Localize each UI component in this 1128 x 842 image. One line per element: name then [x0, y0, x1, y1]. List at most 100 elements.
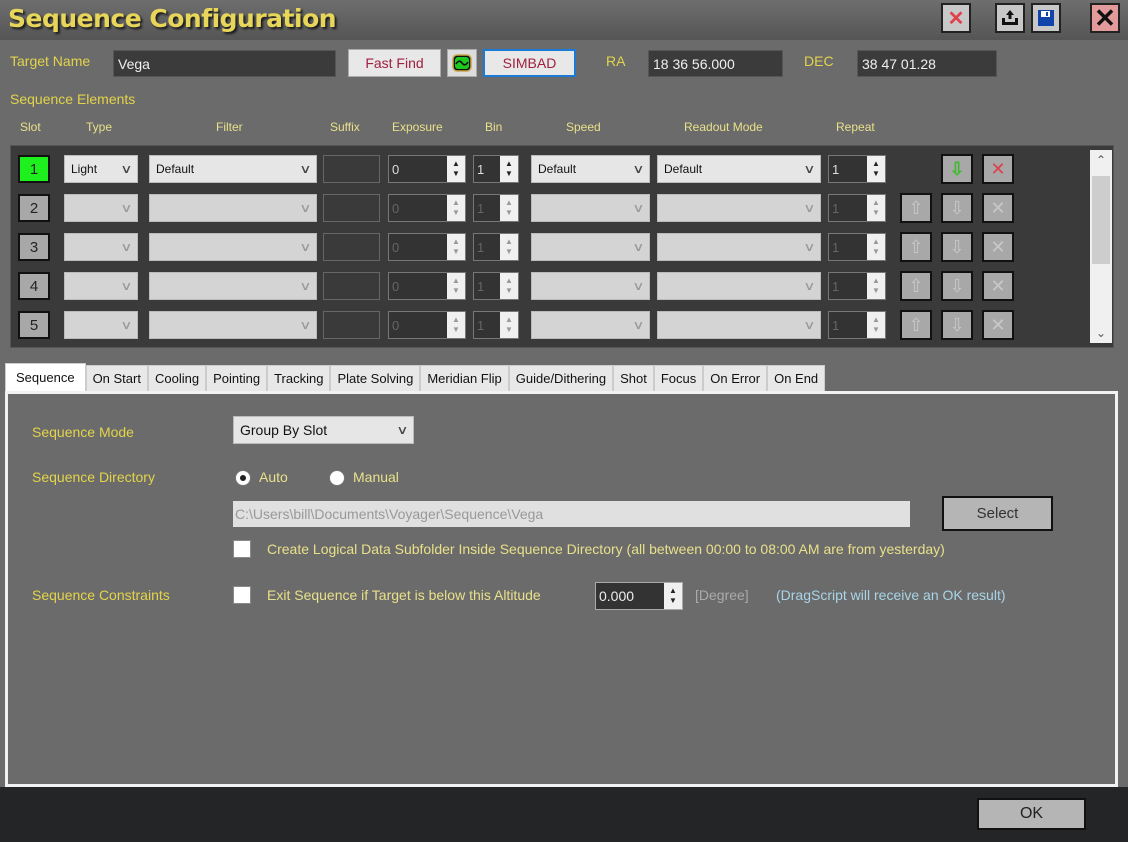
spinner-arrows-icon[interactable]: ▲ ▼ — [447, 234, 465, 260]
sequence-mode-select[interactable]: Group By Slot ∨ — [233, 416, 414, 444]
repeat-value[interactable]: 1 — [829, 312, 867, 338]
speed-select[interactable]: ∨ — [531, 233, 650, 261]
tab-shot[interactable]: Shot — [613, 365, 654, 391]
select-directory-button[interactable]: Select — [942, 496, 1053, 531]
scope-button[interactable] — [447, 49, 477, 77]
move-down-button[interactable]: ⇩ — [941, 310, 973, 340]
spinner-arrows-icon[interactable]: ▲ ▼ — [500, 195, 518, 221]
exposure-spinner[interactable]: 0 ▲ ▼ — [388, 311, 466, 339]
scroll-thumb[interactable] — [1092, 176, 1110, 264]
repeat-value[interactable]: 1 — [829, 273, 867, 299]
bin-spinner[interactable]: 1 ▲ ▼ — [473, 194, 519, 222]
move-up-button[interactable]: ⇧ — [900, 232, 932, 262]
slot-number[interactable]: 2 — [18, 194, 50, 222]
radio-auto[interactable] — [235, 470, 251, 486]
suffix-input[interactable] — [323, 194, 380, 222]
exposure-value[interactable]: 0 — [389, 234, 447, 260]
simbad-button[interactable]: SIMBAD — [483, 49, 576, 77]
move-down-button[interactable]: ⇩ — [941, 232, 973, 262]
slot-number[interactable]: 3 — [18, 233, 50, 261]
export-button[interactable] — [995, 3, 1025, 33]
repeat-value[interactable]: 1 — [829, 234, 867, 260]
bin-value[interactable]: 1 — [474, 234, 500, 260]
exposure-spinner[interactable]: 0 ▲ ▼ — [388, 194, 466, 222]
spinner-arrows-icon[interactable]: ▲ ▼ — [447, 156, 465, 182]
scroll-down-icon[interactable]: ⌄ — [1090, 326, 1112, 344]
grid-scrollbar[interactable]: ⌃ ⌄ — [1090, 150, 1112, 343]
move-up-button[interactable]: ⇧ — [900, 310, 932, 340]
repeat-spinner[interactable]: 1 ▲ ▼ — [828, 155, 886, 183]
suffix-input[interactable] — [323, 155, 380, 183]
dec-input[interactable]: 38 47 01.28 — [857, 50, 997, 77]
delete-row-button[interactable]: ✕ — [982, 193, 1014, 223]
spinner-arrows-icon[interactable]: ▲ ▼ — [867, 312, 885, 338]
exposure-value[interactable]: 0 — [389, 195, 447, 221]
spinner-arrows-icon[interactable]: ▲ ▼ — [447, 195, 465, 221]
repeat-spinner[interactable]: 1 ▲ ▼ — [828, 272, 886, 300]
spinner-arrows-icon[interactable]: ▲ ▼ — [867, 273, 885, 299]
suffix-input[interactable] — [323, 311, 380, 339]
delete-row-button[interactable]: ✕ — [982, 310, 1014, 340]
type-select[interactable]: ∨ — [64, 233, 138, 261]
filter-select[interactable]: ∨ — [149, 272, 317, 300]
spinner-arrows-icon[interactable]: ▲ ▼ — [447, 312, 465, 338]
bin-value[interactable]: 1 — [474, 195, 500, 221]
repeat-spinner[interactable]: 1 ▲ ▼ — [828, 233, 886, 261]
exit-altitude-checkbox[interactable] — [233, 586, 251, 604]
tab-on-end[interactable]: On End — [767, 365, 826, 391]
tab-plate-solving[interactable]: Plate Solving — [330, 365, 421, 391]
delete-row-button[interactable]: ✕ — [982, 154, 1014, 184]
spinner-arrows-icon[interactable]: ▲ ▼ — [867, 156, 885, 182]
suffix-input[interactable] — [323, 233, 380, 261]
move-down-button[interactable]: ⇩ — [941, 271, 973, 301]
bin-spinner[interactable]: 1 ▲ ▼ — [473, 233, 519, 261]
exposure-value[interactable]: 0 — [389, 156, 447, 182]
exposure-value[interactable]: 0 — [389, 273, 447, 299]
filter-select[interactable]: Default ∨ — [149, 155, 317, 183]
tab-meridian-flip[interactable]: Meridian Flip — [420, 365, 509, 391]
exposure-spinner[interactable]: 0 ▲ ▼ — [388, 272, 466, 300]
bin-spinner[interactable]: 1 ▲ ▼ — [473, 155, 519, 183]
readout-mode-select[interactable]: Default ∨ — [657, 155, 821, 183]
spinner-arrows-icon[interactable]: ▲ ▼ — [500, 273, 518, 299]
spinner-arrows-icon[interactable]: ▲ ▼ — [867, 234, 885, 260]
type-select[interactable]: ∨ — [64, 272, 138, 300]
move-down-button[interactable]: ⇩ — [941, 154, 973, 184]
spinner-arrows-icon[interactable]: ▲ ▼ — [447, 273, 465, 299]
readout-mode-select[interactable]: ∨ — [657, 194, 821, 222]
exposure-spinner[interactable]: 0 ▲ ▼ — [388, 155, 466, 183]
scroll-up-icon[interactable]: ⌃ — [1090, 150, 1112, 170]
spinner-arrows-icon[interactable]: ▲ ▼ — [500, 234, 518, 260]
suffix-input[interactable] — [323, 272, 380, 300]
spinner-arrows-icon[interactable]: ▲ ▼ — [500, 156, 518, 182]
discard-button[interactable]: ✕ — [941, 3, 971, 33]
tab-focus[interactable]: Focus — [653, 365, 704, 391]
readout-mode-select[interactable]: ∨ — [657, 311, 821, 339]
filter-select[interactable]: ∨ — [149, 233, 317, 261]
filter-select[interactable]: ∨ — [149, 311, 317, 339]
directory-path-input[interactable]: C:\Users\bill\Documents\Voyager\Sequence… — [233, 501, 910, 527]
speed-select[interactable]: ∨ — [531, 194, 650, 222]
tab-guide-dithering[interactable]: Guide/Dithering — [508, 365, 614, 391]
repeat-value[interactable]: 1 — [829, 195, 867, 221]
spinner-arrows-icon[interactable]: ▲ ▼ — [867, 195, 885, 221]
target-name-input[interactable]: Vega — [113, 50, 336, 77]
ra-input[interactable]: 18 36 56.000 — [648, 50, 783, 77]
slot-number[interactable]: 5 — [18, 311, 50, 339]
slot-number[interactable]: 4 — [18, 272, 50, 300]
tab-cooling[interactable]: Cooling — [147, 365, 207, 391]
tab-sequence[interactable]: Sequence — [5, 363, 86, 391]
type-select[interactable]: Light ∨ — [64, 155, 138, 183]
tab-tracking[interactable]: Tracking — [267, 365, 331, 391]
altitude-value[interactable]: 0.000 — [596, 583, 664, 609]
ok-button[interactable]: OK — [977, 798, 1086, 830]
spinner-arrows-icon[interactable]: ▲ ▼ — [500, 312, 518, 338]
bin-value[interactable]: 1 — [474, 273, 500, 299]
repeat-spinner[interactable]: 1 ▲ ▼ — [828, 194, 886, 222]
subfolder-checkbox[interactable] — [233, 540, 251, 558]
speed-select[interactable]: Default ∨ — [531, 155, 650, 183]
bin-spinner[interactable]: 1 ▲ ▼ — [473, 311, 519, 339]
bin-value[interactable]: 1 — [474, 312, 500, 338]
tab-on-start[interactable]: On Start — [85, 365, 148, 391]
save-button[interactable] — [1031, 3, 1061, 33]
